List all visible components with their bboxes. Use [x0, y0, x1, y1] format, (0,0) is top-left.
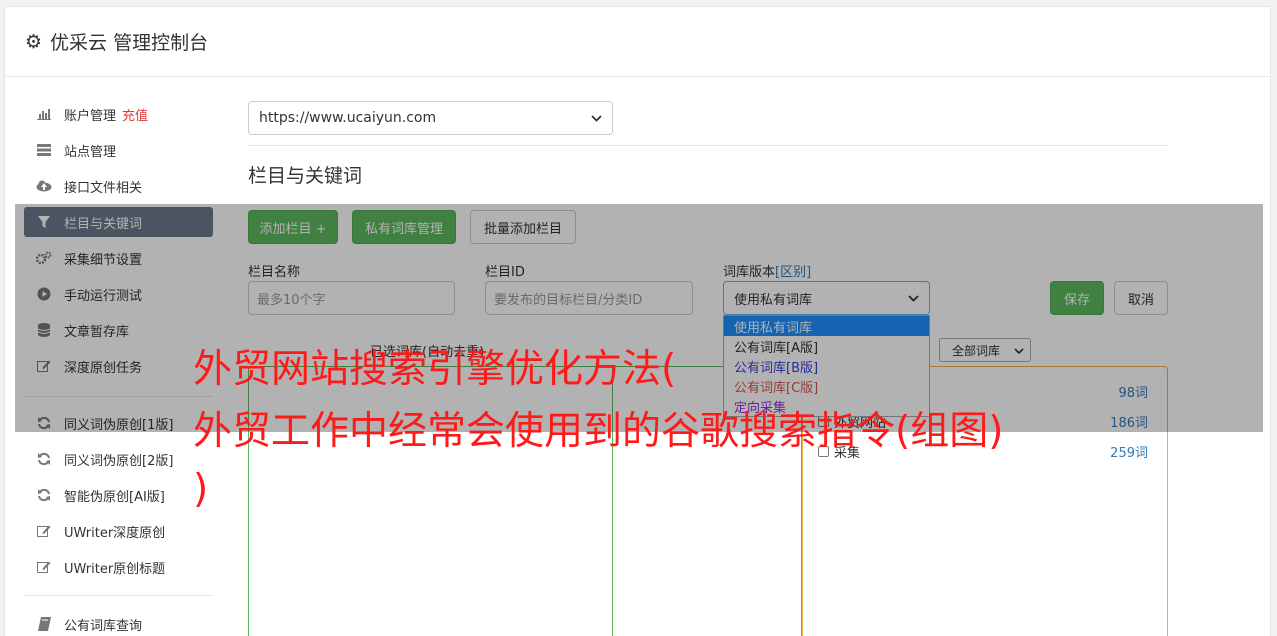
sidebar-item-label: UWriter深度原创	[64, 525, 166, 541]
content-divider	[248, 145, 1168, 146]
cloud-upload-icon	[36, 179, 52, 193]
sidebar-item-account[interactable]: 账户管理 充值	[24, 99, 213, 129]
panel-header: ⚙ 优采云 管理控制台	[5, 7, 1270, 77]
sidebar-item-synonym-v2[interactable]: 同义词伪原创[2版]	[24, 444, 213, 474]
sidebar-item-uwriter-deep[interactable]: UWriter深度原创	[24, 516, 213, 546]
bar-chart-icon	[36, 107, 52, 121]
overlay-text-line: )	[193, 467, 209, 512]
section-title: 栏目与关键词	[248, 165, 363, 187]
sidebar-item-label: 账户管理	[64, 108, 117, 124]
book-icon	[36, 617, 52, 631]
sidebar-item-label: UWriter原创标题	[64, 561, 166, 577]
sidebar-item-label: 接口文件相关	[64, 180, 143, 196]
sidebar-item-label: 公有词库查询	[64, 618, 143, 634]
chevron-down-icon	[591, 112, 602, 125]
sidebar-item-label: 同义词伪原创[2版]	[64, 453, 174, 469]
overlay-text-line: 外贸网站搜索引擎优化方法(	[193, 347, 677, 392]
refresh-icon	[36, 488, 52, 502]
sidebar-item-label: 智能伪原创[AI版]	[64, 489, 165, 505]
sidebar-item-uwriter-title[interactable]: UWriter原创标题	[24, 552, 213, 582]
sidebar-item-interface[interactable]: 接口文件相关	[24, 171, 213, 201]
server-icon	[36, 143, 52, 157]
recharge-link[interactable]: 充值	[122, 105, 148, 124]
library-row-count: 259词	[1110, 445, 1148, 461]
sidebar-item-public-lib[interactable]: 公有词库查询	[24, 609, 213, 636]
page-title: 优采云 管理控制台	[50, 32, 209, 54]
sidebar-divider	[24, 595, 213, 596]
overlay-text-line: 外贸工作中经常会使用到的谷歌搜索指令(组图)	[193, 409, 1004, 454]
edit-icon	[36, 524, 52, 538]
sidebar-item-label: 站点管理	[64, 144, 117, 160]
sidebar-item-sites[interactable]: 站点管理	[24, 135, 213, 165]
edit-icon	[36, 560, 52, 574]
site-select-value: https://www.ucaiyun.com	[259, 110, 437, 126]
sidebar-item-ai-original[interactable]: 智能伪原创[AI版]	[24, 480, 213, 510]
site-select[interactable]: https://www.ucaiyun.com	[248, 101, 613, 135]
refresh-icon	[36, 452, 52, 466]
gear-icon: ⚙	[25, 30, 43, 53]
